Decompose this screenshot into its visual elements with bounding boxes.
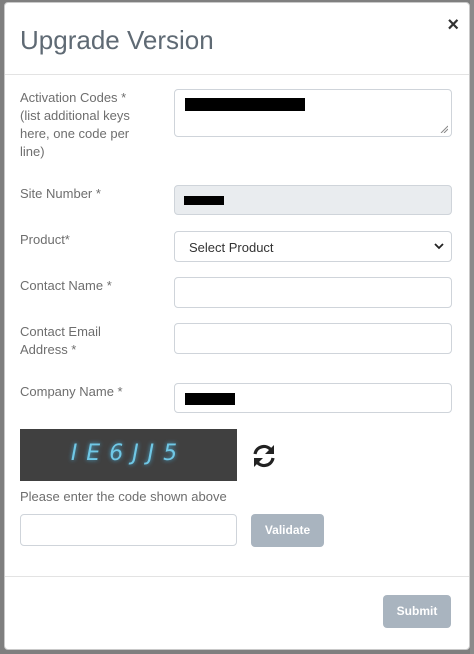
dialog-footer-divider	[5, 576, 469, 577]
chevron-down-icon	[434, 243, 444, 250]
dialog-title: Upgrade Version	[20, 25, 214, 55]
activation-codes-textarea[interactable]	[174, 89, 452, 137]
site-number-label: Site Number *	[20, 186, 101, 201]
close-icon[interactable]: ×	[447, 15, 459, 35]
captcha-code-input[interactable]	[20, 514, 237, 546]
product-label: Product*	[20, 232, 70, 247]
contact-name-label: Contact Name *	[20, 278, 112, 293]
product-select[interactable]: Select Product	[174, 231, 452, 262]
redacted-activation-code	[185, 98, 305, 111]
contact-name-input[interactable]	[174, 277, 452, 308]
redacted-company-name	[185, 393, 235, 405]
contact-email-input[interactable]	[174, 323, 452, 354]
captcha-hint: Please enter the code shown above	[20, 489, 227, 504]
product-select-value: Select Product	[189, 240, 274, 255]
submit-button[interactable]: Submit	[383, 595, 451, 628]
refresh-icon[interactable]	[250, 443, 278, 469]
validate-button[interactable]: Validate	[251, 514, 324, 547]
captcha-code: IE6JJ5	[70, 441, 187, 466]
activation-codes-label: Activation Codes * (list additional keys…	[20, 90, 130, 159]
redacted-site-number	[184, 196, 224, 205]
contact-email-label: Contact Email Address *	[20, 324, 101, 357]
company-name-label: Company Name *	[20, 384, 123, 399]
dialog-header: Upgrade Version ×	[5, 3, 469, 75]
page-backdrop-edge	[470, 0, 474, 654]
site-number-field	[174, 185, 452, 215]
company-name-input[interactable]	[174, 383, 452, 413]
captcha-image: IE6JJ5	[20, 429, 237, 481]
upgrade-version-dialog: Upgrade Version × Activation Codes * (li…	[4, 2, 470, 650]
resize-grip-icon[interactable]	[440, 125, 448, 133]
